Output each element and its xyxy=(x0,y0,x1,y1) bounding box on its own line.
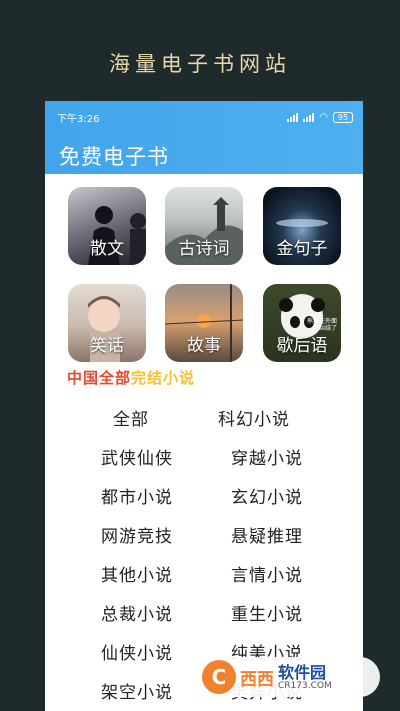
section-title: 中国全部完结小说 xyxy=(67,369,196,387)
banner-title: 海量电子书网站 xyxy=(109,52,291,76)
tile-label: 故事 xyxy=(187,336,221,356)
tile-label: 笑话 xyxy=(90,336,124,356)
tile-prose[interactable]: 散文 xyxy=(68,187,146,265)
tile-stories[interactable]: 故事 xyxy=(165,284,243,362)
watermark-url: CR173.COM xyxy=(278,680,332,691)
tile-quotes[interactable]: 金句子 xyxy=(263,187,341,265)
category-item[interactable]: 玄幻小说 xyxy=(231,483,303,508)
wifi-icon: ◠ xyxy=(319,111,328,123)
tile-label: 散文 xyxy=(90,239,124,259)
tile-label: 歇后语 xyxy=(276,336,328,356)
status-time: 下午3:26 xyxy=(57,113,100,125)
tile-jokes[interactable]: 笑话 xyxy=(68,284,146,362)
watermark-brand: 西西 xyxy=(240,669,274,690)
panda-caption: 熊猫在外面 好纠结了 xyxy=(306,318,337,332)
category-item[interactable]: 网游竞技 xyxy=(101,522,173,547)
category-item[interactable]: 武侠仙侠 xyxy=(101,444,173,469)
signal-icon-2 xyxy=(303,112,315,122)
status-icons: ◠ 95 xyxy=(287,111,353,123)
watermark-site: 软件园 xyxy=(278,662,327,682)
category-item[interactable]: 都市小说 xyxy=(101,483,173,508)
app-bar: 下午3:26 ◠ 95 免费电子书 xyxy=(45,101,363,174)
category-item[interactable]: 言情小说 xyxy=(231,561,303,586)
category-item[interactable]: 其他小说 xyxy=(101,561,173,586)
battery-icon: 95 xyxy=(333,111,353,123)
category-item[interactable]: 仙侠小说 xyxy=(101,639,173,664)
app-title: 免费电子书 xyxy=(59,145,169,169)
phone-screen: 下午3:26 ◠ 95 免费电子书 散文 古诗词 金句子 笑话 故事 熊猫在外面… xyxy=(45,101,363,711)
watermark: C 西西 软件园 CR173.COM xyxy=(198,657,380,697)
tile-label: 金句子 xyxy=(276,239,328,259)
status-bar: 下午3:26 ◠ 95 xyxy=(57,110,353,125)
signal-icon xyxy=(287,112,299,122)
tile-xiehouyu[interactable]: 熊猫在外面 好纠结了 歇后语 xyxy=(263,284,341,362)
category-item[interactable]: 全部 xyxy=(113,405,149,430)
tile-poetry[interactable]: 古诗词 xyxy=(165,187,243,265)
category-item[interactable]: 架空小说 xyxy=(101,678,173,703)
tile-label: 古诗词 xyxy=(178,239,230,259)
category-item[interactable]: 穿越小说 xyxy=(231,444,303,469)
category-item[interactable]: 总裁小说 xyxy=(101,600,173,625)
category-item[interactable]: 重生小说 xyxy=(231,600,303,625)
category-item[interactable]: 悬疑推理 xyxy=(231,522,303,547)
watermark-logo-icon: C xyxy=(202,660,236,694)
category-item[interactable]: 科幻小说 xyxy=(218,405,290,430)
